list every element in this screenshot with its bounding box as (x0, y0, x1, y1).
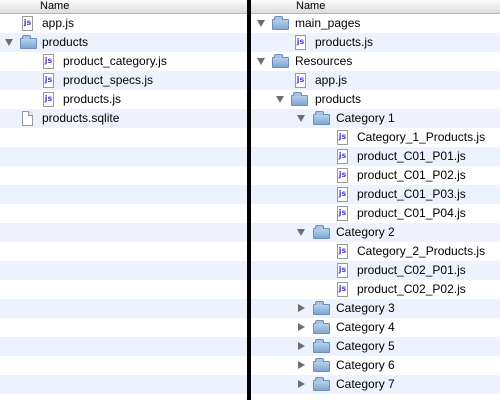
js-file-icon: js (43, 73, 54, 88)
file-name: product_C01_P01.js (357, 149, 466, 163)
folder-row-category-4[interactable]: Category 4 (251, 318, 500, 337)
js-file-icon: js (337, 168, 348, 183)
file-name: Category_2_Products.js (357, 244, 486, 258)
folder-icon (272, 54, 289, 68)
file-row-product-c01-p03-js[interactable]: js product_C01_P03.js (251, 185, 500, 204)
folder-name: products (315, 92, 362, 106)
disclosure-triangle-collapsed-icon[interactable] (298, 323, 305, 331)
file-name: product_C01_P04.js (357, 206, 466, 220)
file-name: app.js (315, 73, 348, 87)
name-column-header[interactable]: Name (251, 0, 500, 14)
file-row-app-js[interactable]: js app.js (251, 71, 500, 90)
file-row-products-js[interactable]: js products.js (0, 90, 247, 109)
js-file-icon: js (295, 35, 306, 50)
js-file-icon: js (337, 206, 348, 221)
folder-row-resources[interactable]: Resources (251, 52, 500, 71)
folder-icon (313, 301, 330, 315)
js-file-icon: js (337, 282, 348, 297)
folder-name: Category 7 (336, 377, 395, 391)
js-file-icon: js (337, 130, 348, 145)
file-name: product_specs.js (63, 73, 154, 87)
js-file-icon: js (43, 54, 54, 69)
file-name: product_category.js (63, 54, 167, 68)
file-row-products-js[interactable]: js products.js (251, 33, 500, 52)
folder-name: Category 6 (336, 358, 395, 372)
folder-row-category-1[interactable]: Category 1 (251, 109, 500, 128)
disclosure-triangle-expanded-icon[interactable] (297, 229, 305, 236)
name-column-header[interactable]: Name (0, 0, 247, 14)
name-column-label: Name (296, 0, 326, 12)
js-file-icon: js (337, 244, 348, 259)
folder-icon (313, 339, 330, 353)
folder-row-category-6[interactable]: Category 6 (251, 356, 500, 375)
folder-row-category-7[interactable]: Category 7 (251, 375, 500, 394)
file-row-products-sqlite[interactable]: products.sqlite (0, 109, 247, 128)
file-name: product_C01_P03.js (357, 187, 466, 201)
file-row-category-1-products-js[interactable]: js Category_1_Products.js (251, 128, 500, 147)
folder-row-products[interactable]: products (251, 90, 500, 109)
file-row-product-c02-p01-js[interactable]: js product_C02_P01.js (251, 261, 500, 280)
folder-name: Category 2 (336, 225, 395, 239)
folder-icon (272, 16, 289, 30)
file-name: products.js (63, 92, 122, 106)
right-finder-pane: Name main_pages js products.js Resources… (251, 0, 500, 400)
document-icon (22, 111, 33, 126)
disclosure-triangle-collapsed-icon[interactable] (298, 342, 305, 350)
disclosure-triangle-expanded-icon[interactable] (276, 96, 284, 103)
disclosure-triangle-expanded-icon[interactable] (257, 20, 265, 27)
file-row-category-2-products-js[interactable]: js Category_2_Products.js (251, 242, 500, 261)
js-file-icon: js (337, 187, 348, 202)
folder-icon (313, 320, 330, 334)
js-file-icon: js (22, 16, 33, 31)
folder-icon (313, 358, 330, 372)
file-row-product-specs-js[interactable]: js product_specs.js (0, 71, 247, 90)
js-file-icon: js (337, 149, 348, 164)
file-row-product-c02-p02-js[interactable]: js product_C02_P02.js (251, 280, 500, 299)
js-file-icon: js (43, 92, 54, 107)
folder-icon (313, 225, 330, 239)
file-row-product-c01-p02-js[interactable]: js product_C01_P02.js (251, 166, 500, 185)
disclosure-triangle-collapsed-icon[interactable] (298, 304, 305, 312)
left-finder-pane: Name js app.js products js product_categ… (0, 0, 247, 400)
folder-name: main_pages (295, 16, 361, 30)
disclosure-triangle-collapsed-icon[interactable] (298, 380, 305, 388)
folder-row-products[interactable]: products (0, 33, 247, 52)
name-column-label: Name (40, 0, 70, 12)
folder-name: Category 5 (336, 339, 395, 353)
file-name: products.js (315, 35, 374, 49)
file-row-app-js[interactable]: js app.js (0, 14, 247, 33)
disclosure-triangle-expanded-icon[interactable] (297, 115, 305, 122)
folder-name: Resources (295, 54, 353, 68)
file-row-product-c01-p04-js[interactable]: js product_C01_P04.js (251, 204, 500, 223)
folder-icon (313, 377, 330, 391)
folder-row-main-pages[interactable]: main_pages (251, 14, 500, 33)
file-name: product_C02_P01.js (357, 263, 466, 277)
js-file-icon: js (295, 73, 306, 88)
folder-name: Category 3 (336, 301, 395, 315)
folder-row-category-2[interactable]: Category 2 (251, 223, 500, 242)
folder-name: products (42, 35, 89, 49)
folder-row-category-3[interactable]: Category 3 (251, 299, 500, 318)
folder-icon (291, 92, 308, 106)
disclosure-triangle-expanded-icon[interactable] (5, 39, 13, 46)
file-name: product_C02_P02.js (357, 282, 466, 296)
file-name: app.js (42, 16, 75, 30)
folder-icon (20, 35, 37, 49)
file-name: products.sqlite (42, 111, 120, 125)
folder-row-category-5[interactable]: Category 5 (251, 337, 500, 356)
file-name: Category_1_Products.js (357, 130, 486, 144)
folder-icon (313, 111, 330, 125)
disclosure-triangle-expanded-icon[interactable] (257, 58, 265, 65)
js-file-icon: js (337, 263, 348, 278)
file-row-product-c01-p01-js[interactable]: js product_C01_P01.js (251, 147, 500, 166)
folder-name: Category 4 (336, 320, 395, 334)
folder-name: Category 1 (336, 111, 395, 125)
file-row-product-category-js[interactable]: js product_category.js (0, 52, 247, 71)
disclosure-triangle-collapsed-icon[interactable] (298, 361, 305, 369)
file-name: product_C01_P02.js (357, 168, 466, 182)
